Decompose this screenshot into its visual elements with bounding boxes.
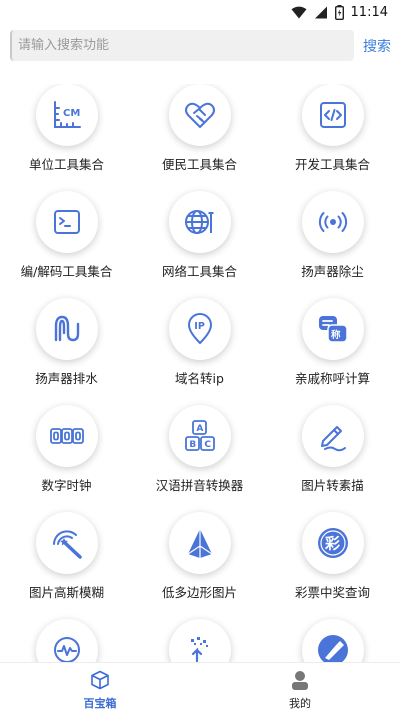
pulse-chart-icon [54,637,80,662]
wave-icon [54,315,80,342]
search-button[interactable]: 搜索 [363,36,391,56]
digital-clock-icon [50,428,84,444]
terminal-icon [54,210,80,234]
svg-text:IP: IP [194,321,205,332]
polygon-icon [187,529,213,558]
svg-text:B: B [189,440,196,450]
svg-text:称: 称 [331,329,341,341]
brush-icon [318,635,348,662]
status-time: 11:14 [350,4,388,20]
tool-icon-circle: CM [36,84,98,146]
user-icon [292,671,308,690]
tool-speaker-dust[interactable]: 扬声器除尘 [266,191,399,298]
nav-toolbox[interactable]: 百宝箱 [0,663,200,713]
tool-icon-circle [169,191,231,253]
tool-domain-to-ip[interactable]: IP 域名转ip [133,298,266,405]
bottom-nav: 百宝箱 我的 [0,662,400,713]
tool-icon-circle [169,84,231,146]
tool-label: 网络工具集合 [161,264,237,279]
tool-label: 图片高斯模糊 [28,585,104,600]
search-input[interactable] [10,30,354,61]
tool-icon-circle: IP [169,298,231,360]
tool-encoder[interactable]: 编/解码工具集合 [0,191,133,298]
tool-icon-circle: 称 [302,298,364,360]
ip-pin-icon: IP [188,313,212,344]
wifi-icon [291,6,307,18]
tool-low-poly[interactable]: 低多边形图片 [133,512,266,619]
ruler-cm-icon: CM [54,101,81,128]
tool-relative-calc[interactable]: 称 亲戚称呼计算 [266,298,399,405]
tool-icon-circle [169,619,231,662]
tool-icon-circle [302,405,364,467]
tool-icon-circle [36,405,98,467]
nav-mine[interactable]: 我的 [200,663,400,713]
tool-label: 开发工具集合 [294,157,370,172]
tool-monitor[interactable] [0,619,133,662]
tool-icon-circle [302,191,364,253]
tool-icon-circle: A B C [169,405,231,467]
tool-gaussian-blur[interactable]: 图片高斯模糊 [0,512,133,619]
tool-icon-circle [169,512,231,574]
chat-badge-icon: 称 [319,316,348,343]
svg-text:A: A [196,424,203,434]
tool-label: 单位工具集合 [28,157,104,172]
tool-label: 扬声器除尘 [301,264,364,279]
tool-icon-circle [36,619,98,662]
tool-sketch[interactable]: 图片转素描 [266,405,399,512]
heart-handshake-icon [185,102,215,128]
tool-icon-circle [36,191,98,253]
tool-pinyin[interactable]: A B C 汉语拼音转换器 [133,405,266,512]
abc-blocks-icon: A B C [185,420,215,451]
tool-icon-circle [36,298,98,360]
tool-label: 低多边形图片 [161,585,237,600]
tool-label: 数字时钟 [41,478,92,493]
tool-network[interactable]: 网络工具集合 [133,191,266,298]
svg-text:CM: CM [63,108,80,119]
tool-label: 亲戚称呼计算 [294,371,370,386]
code-icon [320,102,346,128]
magic-wand-icon [53,530,82,559]
pen-sketch-icon [321,426,346,452]
tool-convenience[interactable]: 便民工具集合 [133,84,266,191]
pixel-upload-icon [191,637,208,662]
tool-icon-circle: 彩 [302,512,364,574]
tool-label: 域名转ip [175,371,224,386]
tool-icon-circle [302,619,364,662]
tool-label: 汉语拼音转换器 [155,478,244,493]
tool-label: 便民工具集合 [161,157,237,172]
tool-lottery[interactable]: 彩 彩票中奖查询 [266,512,399,619]
tool-unit-converter[interactable]: CM 单位工具集合 [0,84,133,191]
tool-pixel[interactable] [133,619,266,662]
tool-label: 编/解码工具集合 [20,264,113,279]
status-icons: 11:14 [291,3,388,21]
tool-label: 彩票中奖查询 [294,585,370,600]
lottery-icon: 彩 [318,528,348,558]
tool-label: 图片转素描 [301,478,364,493]
svg-text:彩: 彩 [324,535,340,553]
tool-grid: CM 单位工具集合 便民工具集合 开发工具集合 编/解码工具集合 网络工具集合 … [0,84,400,662]
box-icon [91,670,109,690]
svg-text:C: C [204,440,211,450]
tool-digital-clock[interactable]: 数字时钟 [0,405,133,512]
battery-icon [334,4,344,20]
speaker-signal-icon [318,212,348,232]
tool-developer[interactable]: 开发工具集合 [266,84,399,191]
signal-icon [314,6,327,18]
globe-tools-icon [185,210,214,234]
tool-speaker-drain[interactable]: 扬声器排水 [0,298,133,405]
search-bar: 搜索 [10,30,392,61]
nav-label: 我的 [289,697,311,710]
tool-icon-circle [302,84,364,146]
tool-brush[interactable] [266,619,399,662]
tool-label: 扬声器排水 [35,371,98,386]
status-bar: 11:14 [0,0,400,24]
nav-label: 百宝箱 [83,697,117,710]
tool-icon-circle [36,512,98,574]
